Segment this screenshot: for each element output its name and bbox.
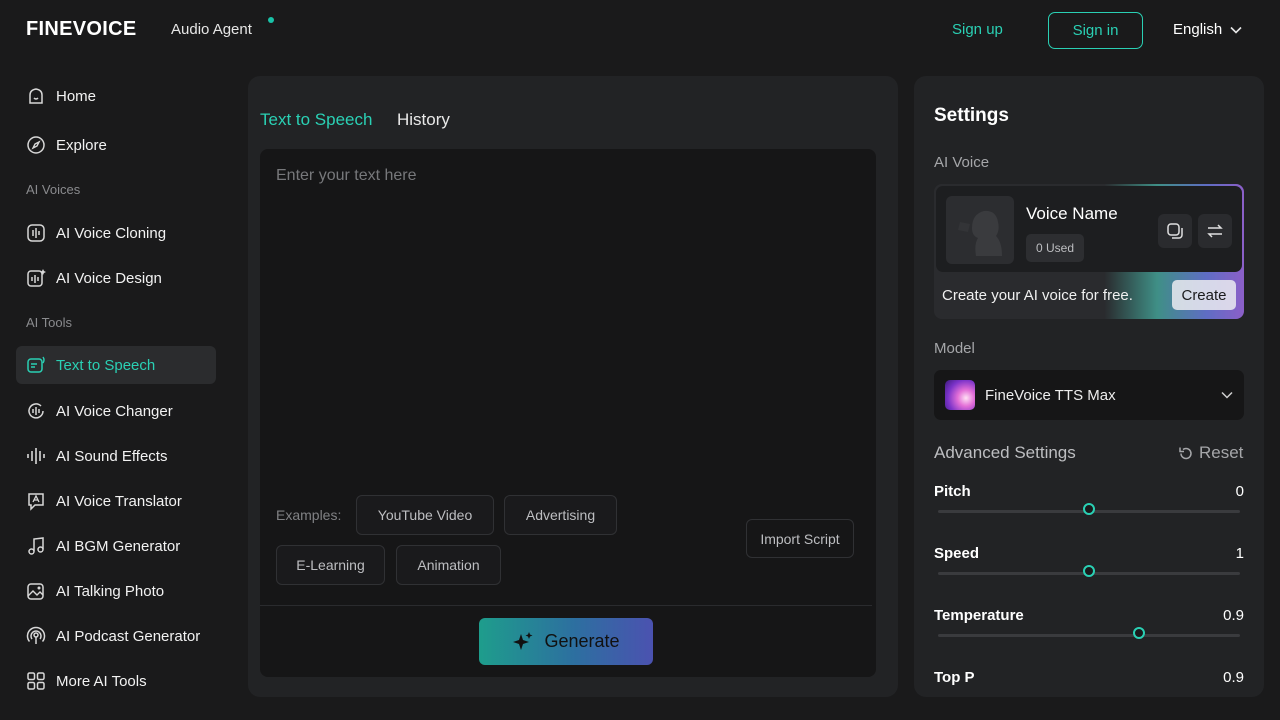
- sidebar-item-talking-photo[interactable]: AI Talking Photo: [16, 572, 216, 610]
- model-thumbnail: [945, 380, 975, 410]
- slider-track[interactable]: [938, 634, 1240, 637]
- sidebar-item-label: Home: [56, 87, 97, 105]
- voice-card: Voice Name 0 Used Create your AI voice f…: [934, 184, 1244, 319]
- translator-icon: [26, 491, 46, 511]
- sidebar-item-more-tools[interactable]: More AI Tools: [16, 662, 216, 700]
- sidebar-item-voice-changer[interactable]: AI Voice Changer: [16, 392, 216, 430]
- sound-effects-icon: [26, 446, 46, 466]
- sidebar-item-text-to-speech[interactable]: Text to Speech: [16, 346, 216, 384]
- sparkle-icon: [512, 631, 534, 653]
- section-ai-tools: AI Tools: [26, 315, 73, 330]
- sidebar-item-label: More AI Tools: [56, 672, 147, 690]
- sidebar-item-podcast-generator[interactable]: AI Podcast Generator: [16, 617, 216, 655]
- example-chip-animation[interactable]: Animation: [396, 545, 501, 585]
- singer-silhouette-icon: [958, 210, 1002, 256]
- tts-panel: Text to Speech History Examples: YouTube…: [248, 76, 898, 697]
- slider-label: Top P: [934, 669, 975, 686]
- slider-thumb[interactable]: [1132, 627, 1145, 639]
- language-label: English: [1173, 21, 1223, 38]
- slider-label: Temperature: [934, 607, 1024, 624]
- model-select[interactable]: FineVoice TTS Max: [934, 370, 1244, 420]
- model-label: Model: [934, 340, 975, 357]
- sidebar-item-explore[interactable]: Explore: [16, 126, 216, 164]
- sidebar-item-voice-translator[interactable]: AI Voice Translator: [16, 482, 216, 520]
- reset-label: Reset: [1199, 443, 1244, 462]
- swap-icon: [1206, 222, 1224, 240]
- slider-thumb[interactable]: [1083, 503, 1095, 515]
- slider-label: Pitch: [934, 483, 971, 500]
- sidebar-item-voice-design[interactable]: AI Voice Design: [16, 259, 216, 297]
- text-editor: Examples: YouTube Video Advertising E-Le…: [260, 149, 876, 677]
- sidebar-item-bgm-generator[interactable]: AI BGM Generator: [16, 527, 216, 565]
- example-chip-advertising[interactable]: Advertising: [504, 495, 617, 535]
- sidebar-item-label: AI Voice Design: [56, 269, 162, 287]
- import-script-button[interactable]: Import Script: [746, 519, 854, 558]
- music-note-icon: [26, 536, 46, 556]
- sidebar-item-home[interactable]: Home: [16, 77, 216, 115]
- home-icon: [26, 86, 46, 106]
- slider-label: Speed: [934, 545, 980, 562]
- sign-up-link[interactable]: Sign up: [952, 21, 1003, 38]
- settings-title: Settings: [934, 105, 1009, 126]
- text-input[interactable]: [276, 167, 856, 467]
- sidebar-item-label: AI BGM Generator: [56, 537, 181, 555]
- slider-thumb[interactable]: [1083, 565, 1095, 577]
- model-name: FineVoice TTS Max: [985, 386, 1116, 404]
- slider-value: 0.9: [1223, 607, 1244, 624]
- advanced-settings-title: Advanced Settings: [934, 443, 1076, 462]
- divider: [260, 605, 872, 606]
- status-dot: [268, 17, 274, 23]
- create-voice-text: Create your AI voice for free.: [942, 287, 1133, 304]
- voice-design-icon: [26, 268, 46, 288]
- slider-value: 0.9: [1223, 669, 1244, 686]
- sidebar-item-label: AI Podcast Generator: [56, 627, 201, 645]
- section-ai-voices: AI Voices: [26, 182, 81, 197]
- example-chip-elearning[interactable]: E-Learning: [276, 545, 385, 585]
- sidebar-item-label: Text to Speech: [56, 356, 156, 374]
- sidebar-item-label: Explore: [56, 136, 107, 154]
- chevron-down-icon: [1230, 26, 1242, 34]
- sidebar-item-label: AI Voice Cloning: [56, 224, 167, 242]
- sidebar-item-label: AI Voice Translator: [56, 492, 182, 510]
- example-chip-youtube[interactable]: YouTube Video: [356, 495, 494, 535]
- generate-label: Generate: [544, 631, 620, 651]
- sidebar-item-sound-effects[interactable]: AI Sound Effects: [16, 437, 216, 475]
- generate-button[interactable]: Generate: [479, 618, 653, 665]
- sign-in-button[interactable]: Sign in: [1048, 12, 1143, 49]
- sidebar-item-label: AI Sound Effects: [56, 447, 168, 465]
- podcast-icon: [26, 626, 46, 646]
- reset-icon: [1178, 446, 1193, 461]
- audio-agent-link[interactable]: Audio Agent: [171, 21, 252, 38]
- reset-button[interactable]: Reset: [1178, 443, 1243, 463]
- top-bar: FINEVOICE Audio Agent Sign up Sign in En…: [0, 0, 1280, 60]
- sidebar-item-voice-cloning[interactable]: AI Voice Cloning: [16, 214, 216, 252]
- voice-changer-icon: [26, 401, 46, 421]
- tab-text-to-speech[interactable]: Text to Speech: [260, 110, 372, 130]
- logo[interactable]: FINEVOICE: [26, 18, 137, 41]
- compass-icon: [26, 135, 46, 155]
- create-voice-button[interactable]: Create: [1172, 280, 1236, 310]
- tts-icon: [26, 355, 46, 375]
- photo-icon: [26, 581, 46, 601]
- tab-history[interactable]: History: [397, 110, 450, 130]
- voice-avatar: [946, 196, 1014, 264]
- voice-clone-icon: [26, 223, 46, 243]
- sidebar-item-label: AI Voice Changer: [56, 402, 173, 420]
- chevron-down-icon: [1221, 391, 1233, 399]
- voice-name: Voice Name: [1026, 204, 1118, 223]
- sidebar-item-label: AI Talking Photo: [56, 582, 165, 600]
- used-badge: 0 Used: [1026, 234, 1085, 262]
- slider-value: 1: [1235, 545, 1244, 562]
- copy-icon: [1166, 222, 1184, 240]
- ai-voice-label: AI Voice: [934, 154, 990, 171]
- switch-voice-button[interactable]: [1198, 214, 1232, 248]
- settings-panel: Settings AI Voice Voice Name 0 Used Crea…: [914, 76, 1264, 697]
- voice-selector[interactable]: Voice Name 0 Used: [936, 186, 1242, 272]
- grid-icon: [26, 671, 46, 691]
- language-select[interactable]: English: [1173, 21, 1242, 38]
- copy-voice-button[interactable]: [1158, 214, 1192, 248]
- slider-value: 0: [1235, 483, 1244, 500]
- examples-label: Examples:: [276, 507, 342, 523]
